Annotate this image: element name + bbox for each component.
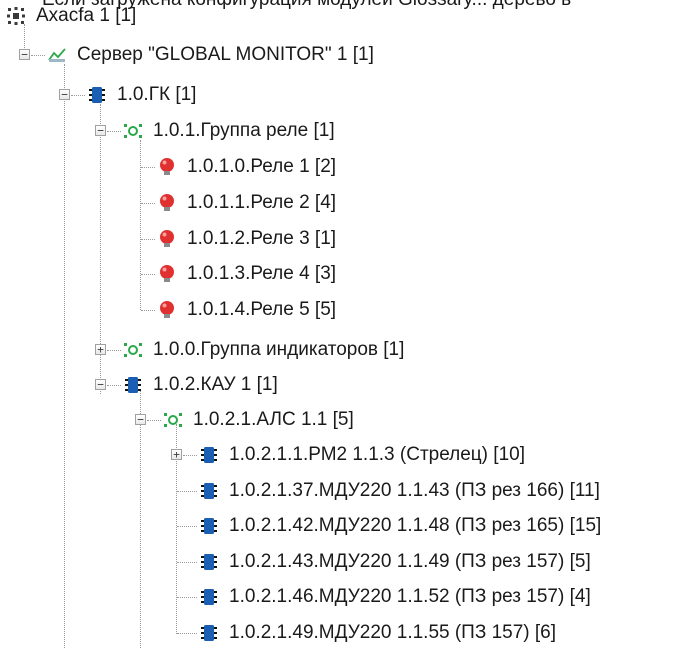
collapse-toggle[interactable]: −: [135, 414, 146, 425]
relay-bulb-icon: [160, 230, 174, 247]
relay-bulb-icon: [160, 158, 174, 175]
tree-node-label: 1.0.1.Группа реле [1]: [153, 120, 335, 141]
tree-node-label: 1.0.0.Группа индикаторов [1]: [153, 339, 405, 360]
expand-toggle[interactable]: +: [95, 344, 106, 355]
tree-node-label: 1.0.2.1.49.МДУ220 1.1.55 (ПЗ 157) [6]: [229, 622, 557, 643]
tree-node-root[interactable]: Axacfa 1 [1]: [6, 2, 136, 30]
tree-connector: [141, 166, 155, 168]
tree-node-als[interactable]: 1.0.2.1.АЛС 1.1 [5]: [147, 403, 354, 437]
tree-node-gk[interactable]: 1.0.ГК [1]: [71, 78, 196, 112]
tree-node-relay[interactable]: 1.0.1.1.Реле 2 [4]: [141, 186, 336, 220]
tree-connector: [107, 384, 121, 386]
tree-node-label: 1.0.2.1.37.МДУ220 1.1.43 (ПЗ рез 166) [1…: [229, 480, 600, 501]
tree-connector: [141, 202, 155, 204]
tree-connector: [140, 390, 141, 648]
tree-connector: [64, 64, 65, 648]
module-chip-icon: [89, 87, 105, 103]
module-chip-icon: [201, 625, 217, 641]
tree-connector: [183, 454, 197, 456]
tree-connector: [177, 632, 197, 634]
module-chip-icon: [201, 589, 217, 605]
tree-node-device[interactable]: 1.0.2.1.42.МДУ220 1.1.48 (ПЗ рез 165) [1…: [177, 509, 601, 543]
tree-connector: [107, 130, 121, 132]
tree-node-label: 1.0.2.1.1.РМ2 1.1.3 (Стрелец) [10]: [229, 444, 525, 465]
tree-node-label: Сервер "GLOBAL MONITOR" 1 [1]: [77, 44, 374, 65]
tree-node-relay[interactable]: 1.0.1.4.Реле 5 [5]: [141, 293, 336, 327]
tree-node-device[interactable]: 1.0.2.1.49.МДУ220 1.1.55 (ПЗ 157) [6]: [177, 616, 556, 650]
tree-node-device[interactable]: 1.0.2.1.1.РМ2 1.1.3 (Стрелец) [10]: [183, 438, 525, 472]
collapse-toggle[interactable]: −: [95, 379, 106, 390]
tree-connector: [177, 525, 197, 527]
group-icon: [164, 413, 182, 427]
tree-connector: [71, 94, 85, 96]
tree-node-label: 1.0.1.3.Реле 4 [3]: [187, 263, 337, 284]
tree-node-label: Axacfa 1 [1]: [36, 5, 137, 26]
group-icon: [124, 343, 142, 357]
module-chip-icon: [201, 518, 217, 534]
tree-node-server[interactable]: Сервер "GLOBAL MONITOR" 1 [1]: [31, 38, 374, 72]
collapse-toggle[interactable]: −: [19, 49, 30, 60]
relay-bulb-icon: [160, 194, 174, 211]
tree-node-device[interactable]: 1.0.2.1.43.МДУ220 1.1.49 (ПЗ рез 157) [5…: [177, 545, 591, 579]
collapse-toggle[interactable]: −: [59, 89, 70, 100]
tree-node-label: 1.0.2.1.АЛС 1.1 [5]: [193, 409, 354, 430]
tree-connector: [141, 238, 155, 240]
tree-connector: [107, 349, 121, 351]
expand-toggle[interactable]: +: [171, 449, 182, 460]
module-chip-icon: [201, 554, 217, 570]
tree-node-relay[interactable]: 1.0.1.2.Реле 3 [1]: [141, 222, 336, 256]
tree-node-label: 1.0.1.0.Реле 1 [2]: [187, 156, 337, 177]
tree-node-relay[interactable]: 1.0.1.0.Реле 1 [2]: [141, 150, 336, 184]
tree-node-kau[interactable]: 1.0.2.КАУ 1 [1]: [107, 368, 278, 402]
tree-node-label: 1.0.2.1.43.МДУ220 1.1.49 (ПЗ рез 157) [5…: [229, 551, 591, 572]
tree-connector: [147, 419, 161, 421]
tree-node-device[interactable]: 1.0.2.1.37.МДУ220 1.1.43 (ПЗ рез 166) [1…: [177, 474, 600, 508]
group-icon: [124, 124, 142, 138]
network-grid-icon: [7, 7, 25, 25]
tree-connector: [177, 561, 197, 563]
tree-node-label: 1.0.1.2.Реле 3 [1]: [187, 228, 337, 249]
module-chip-icon: [201, 483, 217, 499]
tree-node-label: 1.0.2.КАУ 1 [1]: [153, 374, 278, 395]
tree-node-label: 1.0.2.1.42.МДУ220 1.1.48 (ПЗ рез 165) [1…: [229, 515, 602, 536]
tree-node-device[interactable]: 1.0.2.1.46.МДУ220 1.1.52 (ПЗ рез 157) [4…: [177, 580, 591, 614]
server-check-icon: [48, 48, 66, 62]
tree-connector: [141, 273, 155, 275]
relay-bulb-icon: [160, 301, 174, 318]
tree-node-relay[interactable]: 1.0.1.3.Реле 4 [3]: [141, 257, 336, 291]
tree-node-relay-group[interactable]: 1.0.1.Группа реле [1]: [107, 114, 335, 148]
tree-node-label: 1.0.2.1.46.МДУ220 1.1.52 (ПЗ рез 157) [4…: [229, 586, 591, 607]
module-chip-icon: [201, 447, 217, 463]
collapse-toggle[interactable]: −: [95, 125, 106, 136]
module-chip-icon: [125, 377, 141, 393]
tree-connector: [31, 54, 45, 56]
tree-connector: [141, 309, 155, 311]
relay-bulb-icon: [160, 265, 174, 282]
tree-connector: [177, 490, 197, 492]
tree-node-label: 1.0.1.1.Реле 2 [4]: [187, 192, 337, 213]
tree-node-label: 1.0.1.4.Реле 5 [5]: [187, 299, 337, 320]
tree-node-label: 1.0.ГК [1]: [117, 84, 197, 105]
tree-node-indicator-group[interactable]: 1.0.0.Группа индикаторов [1]: [107, 333, 404, 367]
tree-connector: [177, 596, 197, 598]
